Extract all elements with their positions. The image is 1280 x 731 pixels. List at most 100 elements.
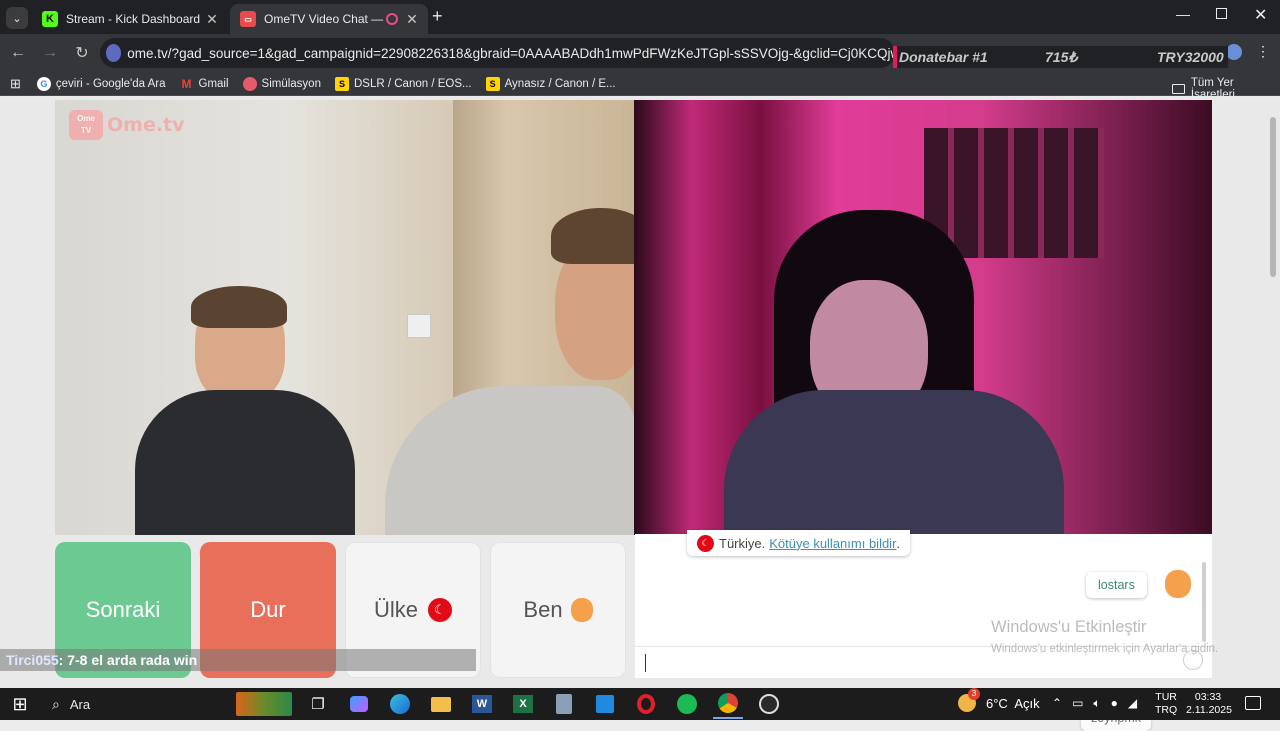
address-bar[interactable]: ome.tv/?gad_source=1&gad_campaignid=2290… bbox=[100, 38, 895, 68]
donatebar-label: Donatebar #1 bbox=[899, 49, 988, 65]
tab-search-dropdown-icon[interactable]: ⌄ bbox=[6, 7, 28, 29]
chrome-icon[interactable] bbox=[713, 689, 743, 719]
ometv-logo: Ome TV Ome.tv bbox=[69, 110, 185, 140]
restore-button[interactable] bbox=[1216, 8, 1227, 19]
tab-title: OmeTV Video Chat — Ome bbox=[264, 12, 386, 26]
overlay-message: : 7-8 el arda rada win bbox=[58, 652, 198, 668]
new-tab-button[interactable]: + bbox=[432, 6, 443, 27]
battery-icon[interactable]: ▭ bbox=[1072, 696, 1083, 711]
person-left-body bbox=[135, 390, 355, 535]
reload-icon[interactable]: ↻ bbox=[68, 39, 96, 67]
task-view-icon[interactable]: ❐ bbox=[303, 689, 333, 719]
back-arrow-icon[interactable]: ← bbox=[4, 39, 32, 67]
system-message: ☾ Türkiye. Kötüye kullanımı bildir . bbox=[687, 530, 911, 556]
ometv-favicon-icon: ▭ bbox=[240, 11, 256, 27]
recording-indicator-icon bbox=[386, 13, 398, 25]
system-country: Türkiye. bbox=[719, 535, 766, 551]
word-icon[interactable]: W bbox=[467, 689, 497, 719]
site-info-icon[interactable] bbox=[106, 44, 122, 62]
calculator-icon[interactable] bbox=[549, 689, 579, 719]
tab-ometv[interactable]: ▭ OmeTV Video Chat — Ome ✕ bbox=[230, 4, 428, 34]
chat-message: lostars bbox=[1086, 572, 1147, 598]
watermark-line1: Windows'u Etkinleştir bbox=[991, 618, 1147, 636]
bookmark-dslr[interactable]: S DSLR / Canon / EOS... bbox=[334, 76, 472, 91]
kick-icon: K bbox=[42, 11, 58, 27]
clock-time: 03:33 bbox=[1194, 691, 1222, 703]
bookmarks-bar: ⊞ Gçeviri - Google'da Ara M Gmail Simülas… bbox=[0, 72, 1280, 101]
weather-text: 6°C Açık bbox=[986, 695, 1040, 711]
wall-posters bbox=[924, 128, 1104, 258]
volume-icon[interactable]: 🔈︎ bbox=[1093, 696, 1100, 711]
s-shop-icon: S bbox=[485, 76, 500, 91]
bookmark-aynasiz[interactable]: S Aynasız / Canon / E... bbox=[485, 76, 616, 91]
woman-emoji-icon bbox=[570, 598, 593, 622]
windows-start-icon[interactable]: ⊞ bbox=[5, 689, 35, 719]
system-period: . bbox=[896, 535, 901, 551]
close-window-button[interactable]: ✕ bbox=[1254, 5, 1267, 25]
donatebar-amount: 715₺ bbox=[1045, 48, 1078, 65]
chevron-up-icon[interactable]: ⌃ bbox=[1052, 696, 1062, 711]
badge-line2: TV bbox=[80, 126, 92, 135]
apps-grid-icon[interactable]: ⊞ bbox=[10, 76, 21, 92]
target-icon bbox=[242, 76, 257, 91]
notifications-icon[interactable] bbox=[1245, 696, 1261, 710]
forward-arrow-icon[interactable]: → bbox=[36, 39, 64, 67]
bookmark-gmail[interactable]: M Gmail bbox=[179, 76, 229, 91]
bookmark-label: Aynasız / Canon / E... bbox=[504, 77, 616, 90]
close-tab-icon[interactable]: ✕ bbox=[402, 11, 422, 28]
tab-title: Stream - Kick Dashboard bbox=[66, 12, 201, 26]
taskbar-search[interactable]: ⌕ Ara bbox=[46, 689, 236, 719]
file-explorer-icon[interactable] bbox=[426, 689, 456, 719]
edge-icon[interactable] bbox=[385, 689, 415, 719]
folder-icon bbox=[1172, 84, 1185, 94]
search-highlight-image-icon[interactable] bbox=[236, 692, 292, 716]
activation-watermark: Windows'u Etkinleştir Windows'u etkinleş… bbox=[991, 618, 1218, 655]
microphone-icon[interactable]: ● bbox=[1111, 696, 1118, 711]
network-icon[interactable]: ◢ bbox=[1128, 696, 1137, 711]
tab-kick-dashboard[interactable]: K Stream - Kick Dashboard ✕ bbox=[32, 4, 228, 34]
person-remote-body bbox=[724, 390, 1064, 535]
ometv-page: Ome TV Ome.tv Sonraki Dur Ülke ☾ Ben ☾ T… bbox=[0, 97, 1280, 731]
report-abuse-link[interactable]: Kötüye kullanımı bildir bbox=[769, 536, 896, 551]
address-url[interactable]: ome.tv/?gad_source=1&gad_campaignid=2290… bbox=[127, 46, 895, 61]
obs-icon[interactable] bbox=[754, 689, 784, 719]
system-tray: ⌃ ▭ 🔈︎ ● ◢ bbox=[1052, 696, 1137, 711]
chat-message-text: lostars bbox=[1098, 578, 1135, 592]
donatebar-goal: TRY32000 bbox=[1157, 49, 1224, 65]
person-left-hair bbox=[191, 286, 287, 328]
store-icon[interactable] bbox=[590, 689, 620, 719]
clock[interactable]: 03:33 2.11.2025 bbox=[1186, 691, 1232, 717]
country-label: Ülke bbox=[373, 597, 418, 622]
light-switch bbox=[407, 314, 431, 338]
bookmark-simulasyon[interactable]: Simülasyon bbox=[242, 76, 321, 91]
next-label: Sonraki bbox=[85, 597, 161, 622]
page-scrollbar[interactable] bbox=[1270, 117, 1276, 277]
person-right-hair bbox=[551, 208, 634, 264]
spotify-icon[interactable] bbox=[672, 689, 702, 719]
search-label: Ara bbox=[69, 696, 91, 712]
local-video-feed: Ome TV Ome.tv bbox=[55, 100, 634, 535]
browser-menu-icon[interactable]: ⋮ bbox=[1256, 43, 1270, 60]
excel-icon[interactable]: X bbox=[508, 689, 538, 719]
copilot-icon[interactable] bbox=[344, 689, 374, 719]
minimize-button[interactable]: — bbox=[1176, 6, 1190, 22]
close-tab-icon[interactable]: ✕ bbox=[202, 11, 222, 28]
ometv-logo-text: Ome.tv bbox=[107, 114, 185, 136]
me-button[interactable]: Ben bbox=[490, 542, 626, 678]
watermark-line2: Windows'u etkinleştirmek için Ayarlar'a … bbox=[991, 643, 1219, 655]
weather-widget[interactable]: 3 6°C Açık bbox=[958, 688, 1040, 712]
bookmark-label: DSLR / Canon / EOS... bbox=[353, 77, 472, 90]
turkey-flag-icon: ☾ bbox=[428, 598, 452, 622]
moon-weather-icon: 3 bbox=[958, 688, 980, 712]
stream-chat-overlay: Tirci055 : 7-8 el arda rada win bbox=[0, 649, 476, 671]
lang-bottom: TRQ bbox=[1155, 704, 1178, 716]
turkey-flag-icon: ☾ bbox=[697, 534, 714, 552]
ometv-badge-icon: Ome TV bbox=[69, 110, 103, 140]
profile-avatar[interactable] bbox=[1226, 44, 1242, 60]
overlay-username: Tirci055 bbox=[6, 652, 59, 668]
opera-icon[interactable] bbox=[631, 689, 661, 719]
donatebar-overlay: Donatebar #1 715₺ TRY32000 bbox=[893, 46, 1228, 68]
input-language[interactable]: TUR TRQ bbox=[1155, 691, 1177, 717]
bookmark-google-search[interactable]: Gçeviri - Google'da Ara bbox=[36, 76, 166, 91]
lang-top: TUR bbox=[1155, 691, 1177, 703]
